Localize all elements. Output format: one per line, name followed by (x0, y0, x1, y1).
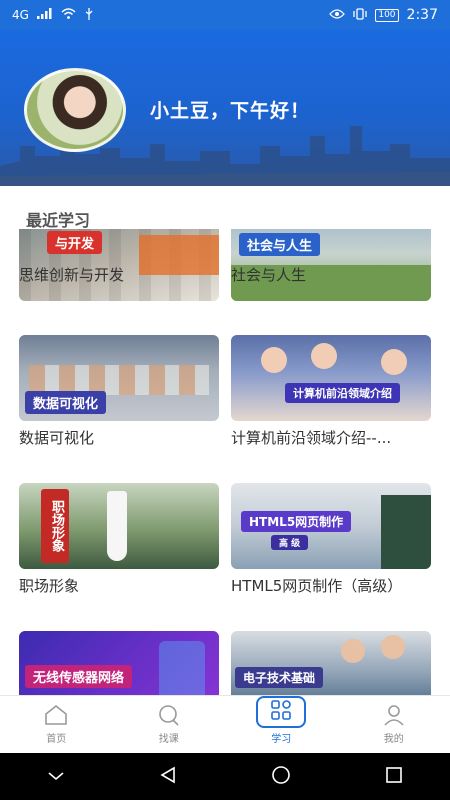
recent-apps-icon[interactable] (385, 766, 403, 788)
usb-icon (84, 7, 94, 23)
course-card[interactable]: 无线传感器网络 (19, 631, 219, 695)
course-title: 计算机前沿领域介绍--... (231, 429, 392, 447)
course-thumbnail: HTML5网页制作 高 级 (231, 483, 431, 569)
active-tab-badge (256, 696, 307, 728)
thumbnail-label: 职场形象 (41, 489, 69, 563)
course-thumbnail: 电子技术基础 (231, 631, 431, 695)
nav-item-home[interactable]: 首页 (0, 696, 113, 753)
course-list: 与开发 思维创新与开发 社会与人生 社会与人生 数据可视化 数据可视化 计算机前… (0, 229, 450, 695)
chevron-down-icon[interactable] (47, 767, 65, 786)
battery-indicator: 100 (375, 8, 399, 22)
nav-item-profile[interactable]: 我的 (338, 696, 450, 753)
home-circle-icon[interactable] (271, 765, 291, 789)
course-card[interactable]: 电子技术基础 (231, 631, 431, 695)
course-title: HTML5网页制作（高级） (231, 577, 403, 595)
nav-item-study[interactable]: 学习 (225, 696, 338, 753)
course-card[interactable]: 社会与人生 社会与人生 (231, 229, 431, 301)
thumbnail-label: 数据可视化 (25, 391, 107, 414)
course-card[interactable]: HTML5网页制作 高 级 HTML5网页制作（高级） (231, 483, 431, 595)
network-indicator: 4G (12, 8, 29, 22)
nav-label: 学习 (271, 734, 292, 745)
nav-label: 我的 (383, 734, 404, 745)
thumbnail-label: 与开发 (47, 231, 103, 254)
nav-label: 找课 (158, 734, 179, 745)
section-title-recent: 最近学习 (26, 211, 91, 230)
status-bar: 4G 100 2:37 (0, 0, 450, 30)
vibrate-icon (353, 7, 368, 23)
thumbnail-label: HTML5网页制作 (241, 511, 352, 532)
course-title: 社会与人生 (231, 266, 307, 284)
course-thumbnail: 无线传感器网络 (19, 631, 219, 695)
bottom-navigation: 首页 找课 学习 我的 (0, 695, 450, 753)
grid-icon (271, 700, 292, 720)
wifi-icon (61, 8, 76, 22)
course-card[interactable]: 与开发 思维创新与开发 (19, 229, 219, 301)
thumbnail-label: 无线传感器网络 (25, 665, 133, 688)
course-card[interactable]: 职场形象 职场形象 (19, 483, 219, 595)
user-avatar[interactable] (24, 68, 126, 152)
header-banner: 小土豆，下午好！ (0, 30, 450, 186)
search-icon (158, 705, 179, 726)
nav-label: 首页 (46, 734, 67, 745)
home-icon (45, 704, 68, 725)
course-title: 数据可视化 (19, 429, 95, 447)
course-card[interactable]: 数据可视化 数据可视化 (19, 335, 219, 447)
nav-item-find-course[interactable]: 找课 (113, 696, 226, 753)
greeting-text: 小土豆，下午好！ (150, 100, 311, 122)
eye-icon (329, 8, 346, 22)
course-thumbnail: 职场形象 (19, 483, 219, 569)
thumbnail-label: 电子技术基础 (235, 667, 324, 688)
course-title: 思维创新与开发 (19, 266, 125, 284)
back-icon[interactable] (159, 766, 177, 788)
thumbnail-sublabel: 高 级 (271, 535, 309, 550)
signal-icon (36, 8, 53, 22)
course-title: 职场形象 (19, 577, 80, 595)
user-icon (384, 705, 404, 726)
thumbnail-label: 社会与人生 (239, 233, 321, 256)
course-thumbnail: 计算机前沿领域介绍 (231, 335, 431, 421)
course-card[interactable]: 计算机前沿领域介绍 计算机前沿领域介绍--... (231, 335, 431, 447)
status-time: 2:37 (406, 7, 438, 23)
system-navigation-bar (0, 753, 450, 800)
thumbnail-label: 计算机前沿领域介绍 (285, 383, 400, 403)
course-thumbnail: 数据可视化 (19, 335, 219, 421)
